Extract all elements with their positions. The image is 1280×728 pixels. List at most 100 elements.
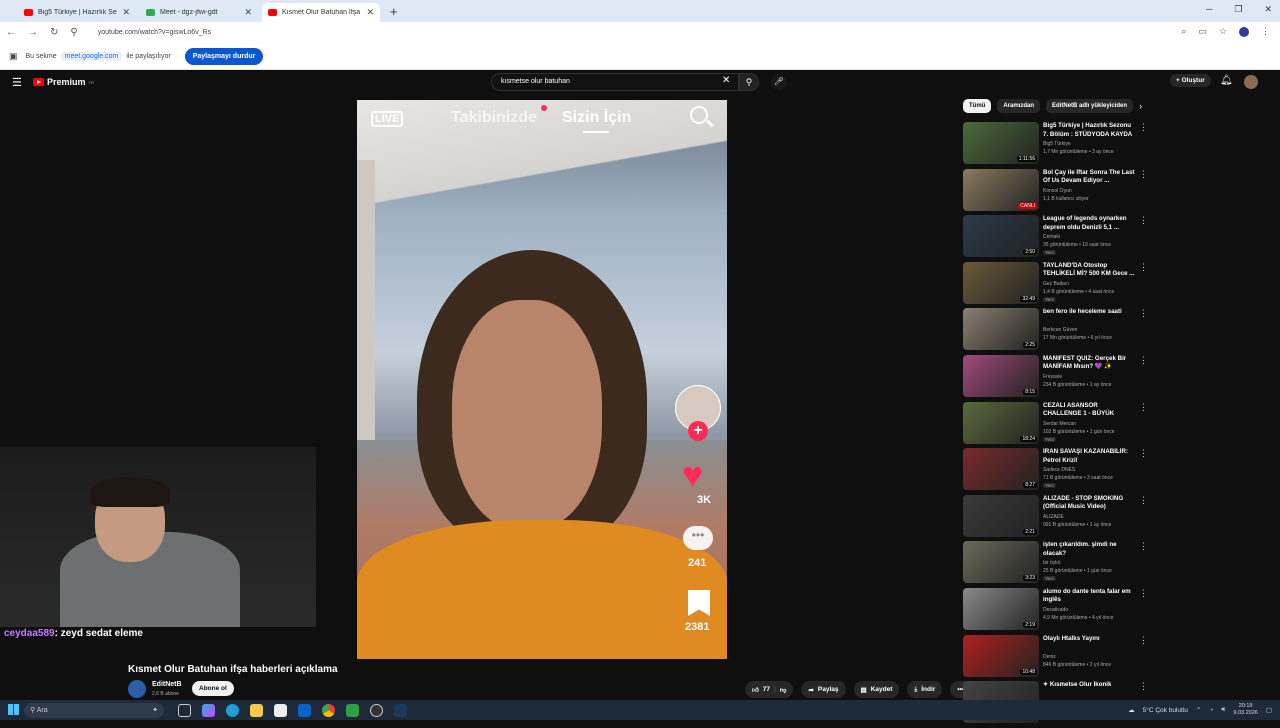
maximize-icon[interactable]: ❐ — [1234, 4, 1242, 15]
recommendation-item[interactable]: 1:11:56 Big5 Türkiye | Hazırlık Sezonu 7.… — [963, 122, 1153, 169]
video-title[interactable]: Bol Çay ile İftar Sonra The Last Of Us D… — [1043, 169, 1135, 186]
network-icon[interactable]: ◔ — [1209, 707, 1213, 714]
video-title[interactable]: alumo do dante tenta falar em inglês — [1043, 588, 1135, 605]
recommendation-item[interactable]: 8:27 İRAN SAVAŞI KAZANABİLİR: Petrol Kriz… — [963, 448, 1153, 495]
reload-icon[interactable]: ↻ — [50, 27, 58, 38]
thumbs-down-icon[interactable]: 👎︎ — [780, 686, 787, 694]
video-thumbnail[interactable]: 8:27 — [963, 448, 1039, 491]
channel-name[interactable]: bir öykü — [1043, 560, 1061, 566]
download-button[interactable]: ⤓ İndir — [907, 681, 943, 698]
kebab-menu-icon[interactable]: ⋮ — [1139, 262, 1148, 273]
edge-icon[interactable] — [226, 703, 239, 717]
steam-icon[interactable] — [394, 703, 407, 717]
recommendation-item[interactable]: 10:48 Olaylı Htalks Yayını Deniz 846 B görü… — [963, 634, 1153, 682]
channel-name[interactable]: ALIZADE — [1043, 514, 1064, 520]
channel-name[interactable]: Cemaki — [1043, 234, 1060, 240]
kebab-menu-icon[interactable]: ⋮ — [1139, 681, 1148, 692]
forward-icon[interactable]: → — [28, 27, 38, 38]
recommendation-item[interactable]: 2:19 alumo do dante tenta falar em inglês… — [963, 587, 1153, 635]
profile-avatar[interactable] — [1239, 26, 1249, 37]
video-title[interactable]: ben fero ile heceleme saati — [1043, 308, 1135, 317]
channel-name[interactable]: Sadece DNES — [1043, 467, 1075, 473]
video-thumbnail[interactable]: 8:15 — [963, 354, 1039, 397]
chip-related[interactable]: Aramızdan — [997, 99, 1041, 113]
file-explorer-icon[interactable] — [250, 703, 263, 717]
video-title[interactable]: işten çıkarıldım. şimdi ne olacak? — [1043, 541, 1135, 558]
video-title[interactable]: Big5 Türkiye | Hazırlık Sezonu 7. Bölüm … — [1043, 122, 1135, 139]
kebab-menu-icon[interactable]: ⋮ — [1139, 448, 1148, 459]
video-title[interactable]: CEZALI ASANSÖR CHALLENGE 1 - BÜYÜK İHANE… — [1043, 402, 1135, 419]
kebab-menu-icon[interactable]: ⋮ — [1139, 541, 1148, 552]
channel-name[interactable]: Gez Baltacı — [1043, 281, 1069, 287]
clear-search-icon[interactable]: ✕ — [722, 75, 730, 86]
video-thumbnail[interactable]: 10:48 — [963, 634, 1039, 677]
channel-name[interactable]: Serdar Mercan — [1043, 421, 1076, 427]
notification-icon[interactable]: ▢ — [1266, 706, 1272, 714]
kebab-menu-icon[interactable]: ⋮ — [1139, 402, 1148, 413]
voice-search-icon[interactable]: 🎤︎ — [771, 74, 787, 90]
share-button[interactable]: ➦ Paylaş — [801, 681, 846, 698]
video-title[interactable]: İRAN SAVAŞI KAZANABİLİR: Petrol Krizi! — [1043, 448, 1135, 465]
kebab-menu-icon[interactable]: ⋮ — [1139, 215, 1148, 226]
kebab-menu-icon[interactable]: ⋮ — [1139, 495, 1148, 506]
user-avatar[interactable] — [1244, 75, 1258, 89]
copilot-app-icon[interactable] — [202, 703, 215, 717]
kebab-menu-icon[interactable]: ⋮ — [1139, 635, 1148, 646]
channel-name[interactable]: Desativado — [1043, 607, 1068, 613]
bookmark-star-icon[interactable]: ☆ — [1219, 26, 1227, 37]
browser-tab[interactable]: Big5 Türkiye | Hazırlık Sezonu 7... ✕ — [18, 3, 136, 22]
clock[interactable]: 20:19 9.03.2026 — [1233, 703, 1257, 717]
url-field[interactable]: youtube.com/watch?v=giswLo6v_Rs — [90, 25, 211, 40]
windows-start-icon[interactable] — [8, 704, 19, 715]
video-title[interactable]: TAYLAND'DA Otostop TEHLİKELİ Mİ? 500 KM … — [1043, 262, 1135, 279]
notifications-bell-icon[interactable]: 🔔︎ — [1220, 75, 1233, 86]
zoom-icon[interactable]: ⌕ — [1181, 26, 1186, 37]
channel-name[interactable]: Konsol Oyun — [1043, 188, 1072, 194]
recommendation-item[interactable]: 8:15 MANIFEST QUIZ: Gerçek Bir MANİFAM Mı… — [963, 354, 1153, 402]
channel-name[interactable]: Deniz — [1043, 654, 1056, 660]
channel-name[interactable]: Berkcan Güven — [1043, 327, 1077, 333]
video-thumbnail[interactable]: 2:50 — [963, 215, 1039, 258]
kebab-menu-icon[interactable]: ⋮ — [1139, 122, 1148, 133]
recommendation-item[interactable]: 2:50 League of legends oynarken deprem ol… — [963, 215, 1153, 262]
like-button[interactable]: 👍︎ 77 | 👎︎ — [745, 681, 794, 698]
cast-icon[interactable]: ▭ — [1198, 26, 1207, 37]
video-thumbnail[interactable]: 3:23 — [963, 541, 1039, 584]
close-icon[interactable]: ✕ — [122, 7, 130, 18]
recommendation-item[interactable]: 32:49 TAYLAND'DA Otostop TEHLİKELİ Mİ? 50… — [963, 261, 1153, 309]
channel-name[interactable]: EditNetB — [152, 681, 182, 688]
video-title[interactable]: ALIZADE - STOP SMOKING (Official Music V… — [1043, 495, 1135, 512]
new-tab-button[interactable]: + — [384, 3, 404, 22]
stop-sharing-button[interactable]: Paylaşmayı durdur — [184, 47, 264, 65]
video-thumbnail[interactable]: 18:24 — [963, 401, 1039, 444]
video-title[interactable]: League of legends oynarken deprem oldu D… — [1043, 215, 1135, 232]
kebab-menu-icon[interactable]: ⋮ — [1261, 26, 1270, 37]
close-icon[interactable]: ✕ — [366, 7, 374, 18]
hamburger-menu-icon[interactable]: ☰ — [12, 76, 22, 89]
chrome-icon[interactable] — [322, 703, 335, 717]
tray-chevron-icon[interactable]: ⌃ — [1196, 706, 1201, 714]
recommendation-item[interactable]: 18:24 CEZALI ASANSÖR CHALLENGE 1 - BÜYÜK … — [963, 401, 1153, 449]
video-thumbnail[interactable]: 2:19 — [963, 587, 1039, 630]
weather-text[interactable]: 5°C Çok bulutlu — [1143, 707, 1188, 714]
site-info-icon[interactable]: ⚲ — [70, 27, 77, 38]
streaming-app-icon[interactable] — [346, 703, 359, 717]
volume-icon[interactable]: 🔊︎ — [1221, 706, 1225, 714]
browser-tab[interactable]: Meet - dgz-jfwi-gdt ✕ — [140, 3, 258, 22]
search-input[interactable]: kısmetse olur batuhan — [491, 73, 739, 91]
create-button[interactable]: + Oluştur — [1170, 74, 1211, 87]
kebab-menu-icon[interactable]: ⋮ — [1139, 169, 1148, 180]
channel-name[interactable]: Big5 Türkiye — [1043, 141, 1071, 147]
video-thumbnail[interactable]: 2:21 — [963, 494, 1039, 537]
back-icon[interactable]: ← — [6, 27, 16, 38]
subscribe-button[interactable]: Abone ol — [192, 681, 234, 696]
browser-tab-active[interactable]: Kısmet Olur Batuhan İfşa Ha... ✕ — [262, 3, 380, 22]
obs-icon[interactable] — [370, 703, 383, 717]
outlook-icon[interactable] — [298, 703, 311, 717]
video-thumbnail[interactable]: 1:11:56 — [963, 122, 1039, 164]
channel-name[interactable]: Freyavie — [1043, 374, 1062, 380]
video-thumbnail[interactable]: 2:25 — [963, 308, 1039, 351]
close-window-icon[interactable]: ✕ — [1264, 4, 1272, 15]
kebab-menu-icon[interactable]: ⋮ — [1139, 308, 1148, 319]
taskbar-search-input[interactable]: ⚲ Ara ✦ — [24, 702, 164, 718]
